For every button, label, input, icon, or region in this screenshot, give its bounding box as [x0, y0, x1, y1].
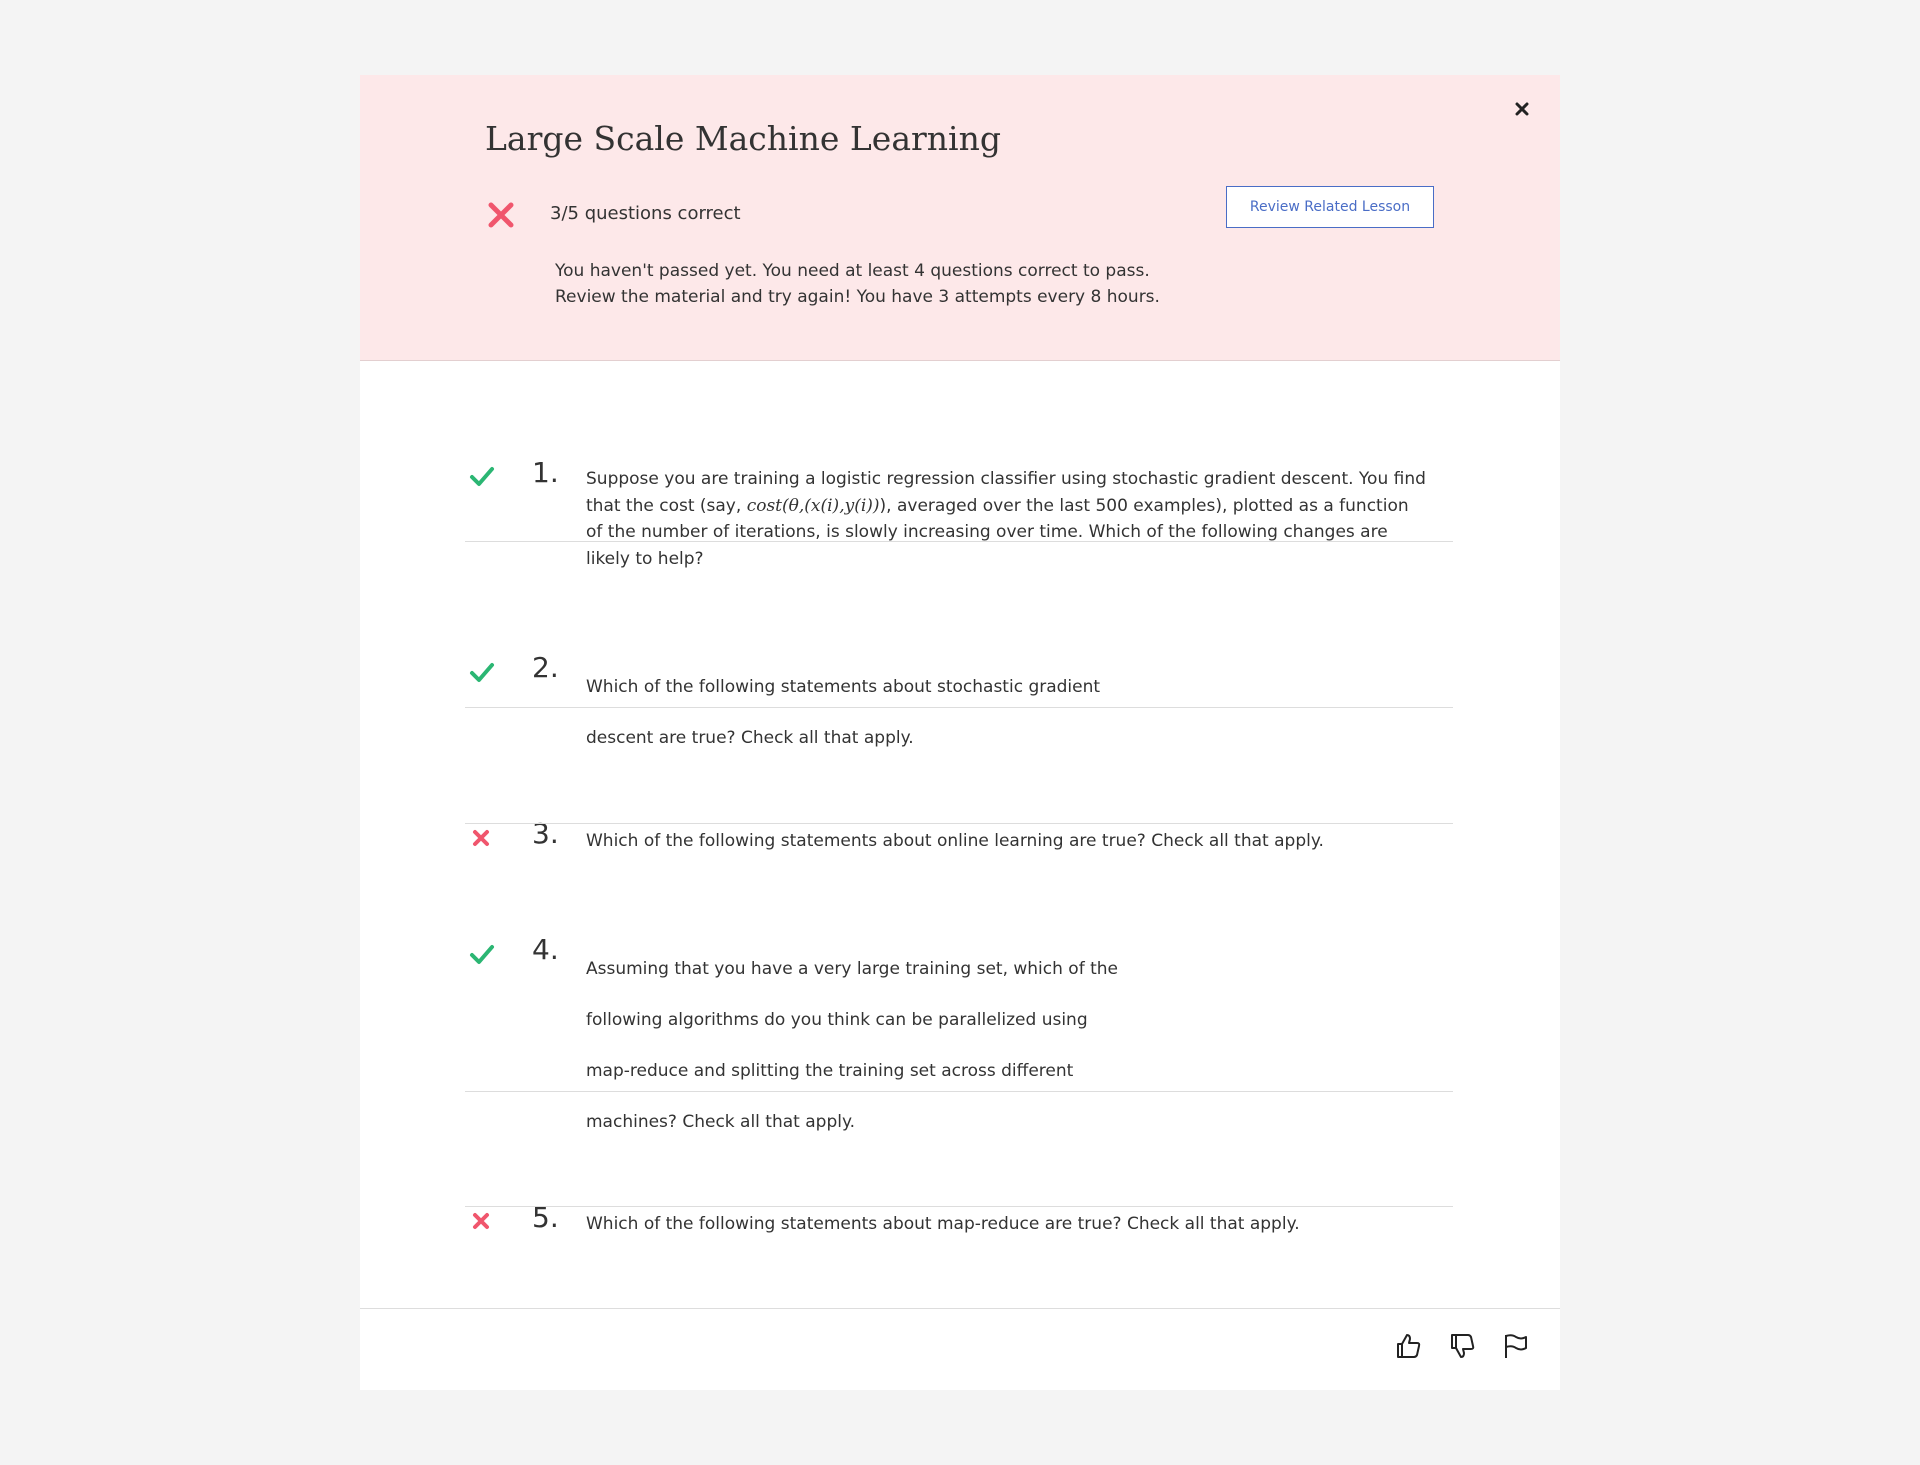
- question-line: Which of the following statements about …: [586, 1214, 1300, 1234]
- cross-icon: [486, 200, 516, 230]
- quiz-result-card: Large Scale Machine Learning 3/5 questio…: [360, 75, 1560, 1390]
- question-text[interactable]: Suppose you are training a logistic regr…: [586, 466, 1426, 572]
- footer-divider: [360, 1308, 1560, 1309]
- question-line: map-reduce and splitting the training se…: [586, 1061, 1074, 1081]
- close-icon[interactable]: [1510, 97, 1534, 121]
- math-expression: cost(θ,(x(i),y(i)): [746, 495, 880, 516]
- divider: [465, 1091, 1453, 1092]
- result-message: You haven't passed yet. You need at leas…: [555, 258, 1160, 310]
- question-line-part: that the cost (say,: [586, 495, 747, 516]
- question-line: Suppose you are training a logistic regr…: [586, 469, 1426, 489]
- question-text[interactable]: Which of the following statements about …: [586, 1211, 1300, 1237]
- cross-icon: [468, 825, 496, 853]
- question-line: descent are true? Check all that apply.: [586, 728, 914, 748]
- score-text: 3/5 questions correct: [550, 203, 741, 224]
- message-line: You haven't passed yet. You need at leas…: [555, 261, 1150, 281]
- question-number: 1.: [532, 456, 559, 489]
- review-related-lesson-button[interactable]: Review Related Lesson: [1226, 186, 1434, 228]
- check-icon: [468, 658, 496, 686]
- question-line-part: ), averaged over the last 500 examples),…: [879, 495, 1409, 516]
- flag-icon[interactable]: [1500, 1331, 1530, 1361]
- question-line: following algorithms do you think can be…: [586, 1010, 1088, 1030]
- result-header: Large Scale Machine Learning 3/5 questio…: [360, 75, 1560, 361]
- question-line: Which of the following statements about …: [586, 677, 1101, 697]
- question-number: 3.: [532, 817, 559, 850]
- divider: [465, 1206, 1453, 1207]
- question-text[interactable]: Assuming that you have a very large trai…: [586, 944, 1118, 1148]
- question-line: machines? Check all that apply.: [586, 1112, 855, 1132]
- divider: [465, 707, 1453, 708]
- cross-icon: [468, 1208, 496, 1236]
- thumbs-down-icon[interactable]: [1447, 1331, 1477, 1361]
- thumbs-up-icon[interactable]: [1393, 1331, 1423, 1361]
- question-line: Which of the following statements about …: [586, 831, 1324, 851]
- check-icon: [468, 940, 496, 968]
- divider: [465, 541, 1453, 542]
- question-line: Assuming that you have a very large trai…: [586, 959, 1118, 979]
- question-line: that the cost (say, cost(θ,(x(i),y(i))),…: [586, 493, 1426, 520]
- question-number: 4.: [532, 933, 559, 966]
- question-line: likely to help?: [586, 548, 704, 569]
- divider: [465, 823, 1453, 824]
- page-title: Large Scale Machine Learning: [485, 119, 1001, 158]
- message-line: Review the material and try again! You h…: [555, 287, 1160, 307]
- question-number: 2.: [532, 651, 559, 684]
- question-text[interactable]: Which of the following statements about …: [586, 828, 1324, 854]
- question-text[interactable]: Which of the following statements about …: [586, 662, 1100, 764]
- check-icon: [468, 462, 496, 490]
